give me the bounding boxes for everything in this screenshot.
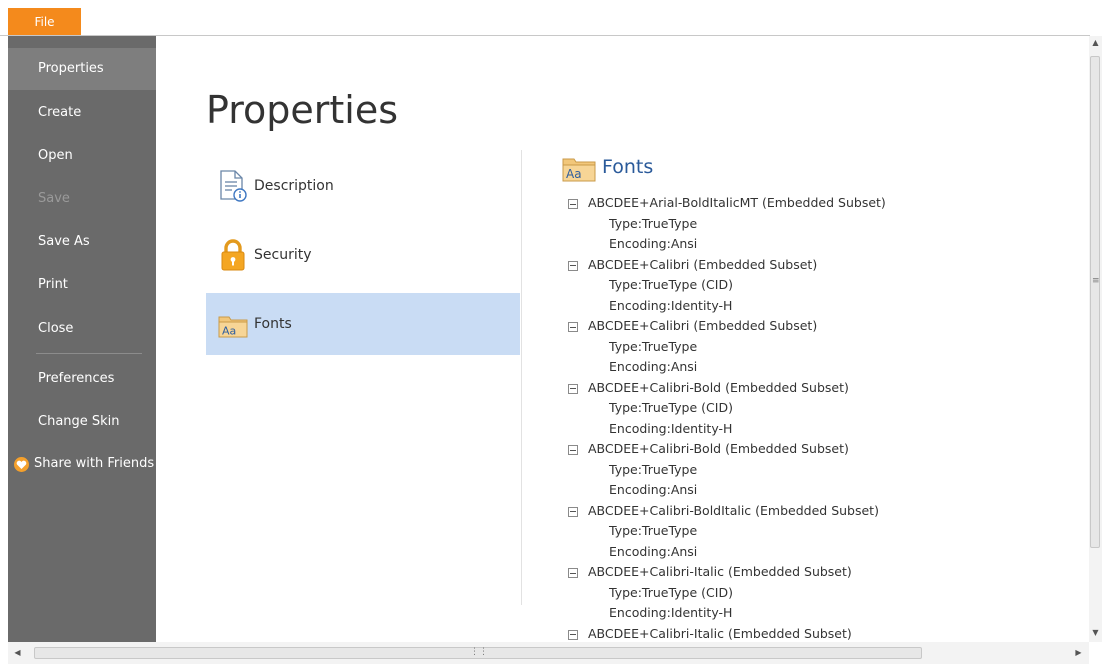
document-info-icon (218, 169, 248, 203)
font-entry[interactable]: ABCDEE+Calibri-BoldItalic (Embedded Subs… (568, 501, 886, 522)
horizontal-scrollbar[interactable]: ◀ ⋮⋮ ▶ (8, 642, 1089, 664)
font-name: ABCDEE+Calibri-Italic (Embedded Subset) (588, 564, 852, 579)
font-type: Type:TrueType (609, 461, 698, 477)
vertical-scrollbar[interactable]: ▲ ≡ ▼ (1089, 36, 1102, 642)
top-bar: File (0, 0, 1102, 36)
scroll-right-arrow-icon[interactable]: ▶ (1072, 648, 1085, 657)
svg-text:Aa: Aa (566, 167, 582, 181)
collapse-toggle-icon[interactable] (568, 568, 578, 578)
sidebar-item-preferences[interactable]: Preferences (8, 358, 156, 400)
collapse-toggle-icon[interactable] (568, 506, 578, 517)
sidebar-separator (36, 353, 142, 354)
sidebar-item-properties[interactable]: Properties (8, 48, 156, 90)
font-name: ABCDEE+Calibri-BoldItalic (Embedded Subs… (588, 502, 879, 518)
font-entry[interactable]: ABCDEE+Calibri (Embedded Subset) (568, 255, 886, 276)
top-divider (0, 35, 1090, 36)
font-list: ABCDEE+Arial-BoldItalicMT (Embedded Subs… (568, 193, 886, 644)
collapse-toggle-icon[interactable] (568, 260, 578, 271)
sidebar-item-print[interactable]: Print (8, 264, 156, 306)
font-entry[interactable]: ABCDEE+Calibri (Embedded Subset) (568, 316, 886, 337)
collapse-toggle-icon[interactable] (568, 445, 578, 455)
font-encoding: Encoding:Identity-H (609, 420, 733, 436)
collapse-toggle-icon[interactable] (568, 322, 578, 332)
font-entry[interactable]: ABCDEE+Arial-BoldItalicMT (Embedded Subs… (568, 193, 886, 214)
scroll-down-arrow-icon[interactable]: ▼ (1089, 628, 1102, 637)
font-type: Type:TrueType (609, 215, 698, 231)
font-type: Type:TrueType (609, 523, 698, 538)
font-encoding: Encoding:Ansi (609, 236, 698, 251)
font-name: ABCDEE+Calibri-Italic (Embedded Subset) (588, 625, 852, 641)
sidebar-item-close[interactable]: Close (8, 308, 156, 350)
font-type: Type:TrueType (CID) (609, 584, 733, 600)
font-encoding: Encoding:Identity-H (609, 605, 733, 620)
vertical-scroll-thumb[interactable] (1090, 56, 1100, 548)
sidebar-item-save: Save (38, 191, 70, 206)
font-name: ABCDEE+Calibri (Embedded Subset) (588, 256, 818, 272)
font-encoding: Encoding:Identity-H (609, 297, 733, 313)
sidebar-item-open[interactable]: Open (8, 135, 156, 177)
svg-text:Aa: Aa (222, 325, 236, 338)
nav-label: Description (254, 178, 334, 194)
grip-icon: ≡ (1092, 276, 1100, 286)
font-type: Type:TrueType (CID) (609, 277, 733, 292)
nav-label: Security (254, 247, 312, 263)
fonts-folder-icon: Aa (218, 307, 248, 341)
font-encoding: Encoding:Ansi (609, 543, 698, 559)
heart-icon (14, 457, 29, 472)
font-name: ABCDEE+Arial-BoldItalicMT (Embedded Subs… (588, 195, 886, 210)
grip-icon: ⋮⋮ (470, 647, 488, 657)
font-name: ABCDEE+Calibri-Bold (Embedded Subset) (588, 379, 849, 395)
nav-item-fonts[interactable]: Aa Fonts (206, 293, 520, 355)
font-entry[interactable]: ABCDEE+Calibri-Italic (Embedded Subset) (568, 562, 886, 583)
sidebar-item-save-as[interactable]: Save As (8, 221, 156, 263)
file-tab[interactable]: File (8, 8, 81, 36)
sidebar-item-create[interactable]: Create (8, 92, 156, 134)
font-type: Type:TrueType (CID) (609, 400, 733, 415)
font-entry[interactable]: ABCDEE+Calibri-Bold (Embedded Subset) (568, 378, 886, 399)
sidebar-item-change-skin[interactable]: Change Skin (8, 401, 156, 443)
nav-item-security[interactable]: Security (206, 224, 520, 286)
nav-item-description[interactable]: Description (206, 155, 520, 217)
collapse-toggle-icon[interactable] (568, 629, 578, 640)
font-encoding: Encoding:Ansi (609, 482, 698, 497)
lock-icon (218, 238, 248, 272)
nav-label: Fonts (254, 316, 292, 332)
font-type: Type:TrueType (609, 338, 698, 354)
font-encoding: Encoding:Ansi (609, 359, 698, 374)
scroll-left-arrow-icon[interactable]: ◀ (11, 648, 24, 657)
scroll-up-arrow-icon[interactable]: ▲ (1089, 38, 1102, 47)
fonts-panel-title: Fonts (602, 156, 654, 178)
font-entry[interactable]: ABCDEE+Calibri-Bold (Embedded Subset) (568, 439, 886, 460)
font-name: ABCDEE+Calibri (Embedded Subset) (588, 318, 818, 333)
font-entry[interactable]: ABCDEE+Calibri-Italic (Embedded Subset) (568, 624, 886, 645)
page-title: Properties (206, 88, 399, 132)
font-name: ABCDEE+Calibri-Bold (Embedded Subset) (588, 441, 849, 456)
collapse-toggle-icon[interactable] (568, 383, 578, 394)
panel-divider (521, 150, 522, 605)
sidebar: Properties Create Open Save Save As Prin… (8, 36, 156, 642)
collapse-toggle-icon[interactable] (568, 199, 578, 209)
sidebar-item-label: Share with Friends (34, 456, 155, 471)
sidebar-item-share[interactable]: Share with Friends (8, 443, 156, 485)
